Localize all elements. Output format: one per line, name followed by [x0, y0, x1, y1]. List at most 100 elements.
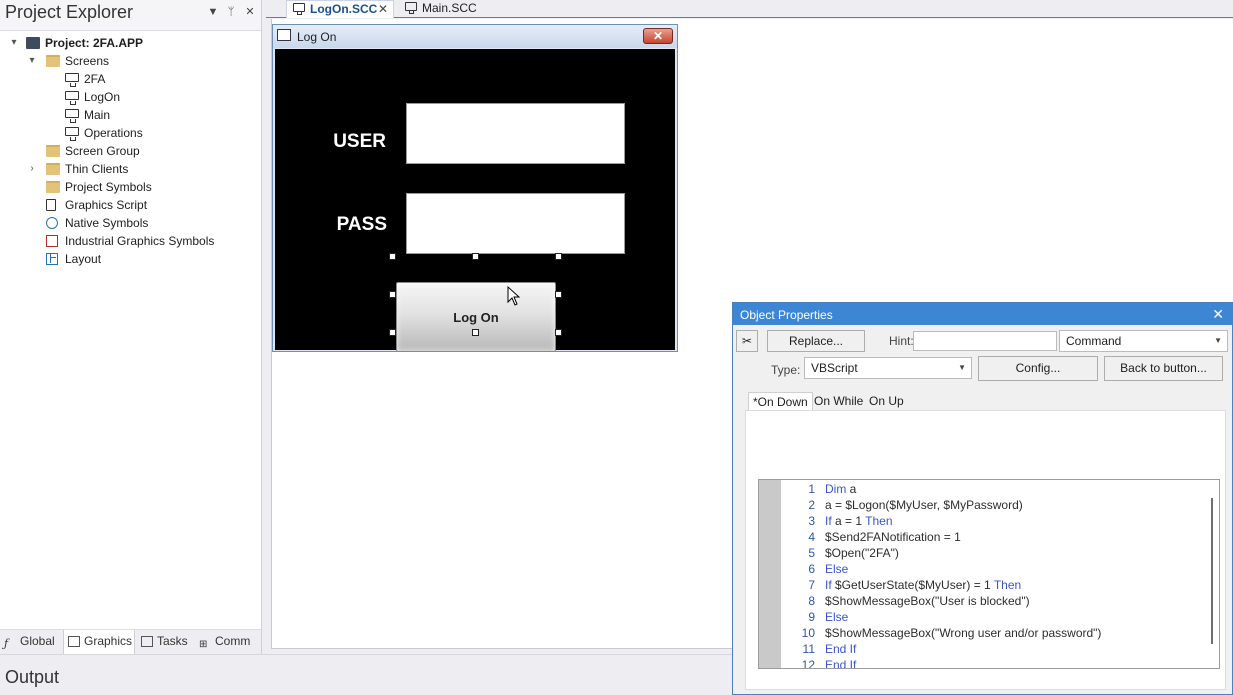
user-field[interactable]: [406, 103, 625, 164]
pin-tool-icon[interactable]: ✂: [736, 330, 758, 352]
code-text: Else: [825, 609, 848, 625]
code-keyword: Then: [993, 578, 1022, 592]
close-icon[interactable]: ✕: [643, 28, 673, 44]
script-tab-panel: 1 Dim a2a = $Logon($MyUser, $MyPassword) 3…: [745, 410, 1226, 690]
code-text: $Send2FANotification = 1: [825, 529, 961, 545]
action-select-value: Command: [1066, 334, 1122, 348]
tree-item-label: Layout: [65, 252, 102, 266]
chevron-down-icon: ▼: [1214, 336, 1222, 345]
logon-screen-window: Log On ✕ USER PASS Log On: [272, 24, 678, 352]
tree-item[interactable]: LogOn: [0, 88, 260, 106]
selection-handle[interactable]: [555, 329, 562, 336]
tree-item[interactable]: ▾ Project: 2FA.APP: [0, 34, 260, 52]
code-line: 2 a = $Logon($MyUser, $MyPassword): [781, 497, 1201, 513]
close-icon[interactable]: ✕: [243, 5, 257, 19]
tree-item[interactable]: 2FA: [0, 70, 260, 88]
tab-global[interactable]: ƒ Global: [0, 630, 62, 654]
screen-icon: [65, 109, 79, 123]
logon-screen-body[interactable]: USER PASS Log On: [275, 49, 675, 352]
tree-item-label: Thin Clients: [65, 162, 129, 176]
explorer-tab-strip: ƒ Global Graphics Tasks ⊞ Comm: [0, 630, 261, 654]
tree-item[interactable]: Layout: [0, 250, 260, 268]
config-button[interactable]: Config...: [978, 356, 1098, 381]
chevron-down-icon[interactable]: ▼: [206, 5, 220, 19]
line-number: 11: [802, 642, 815, 656]
screen-icon: [65, 91, 79, 105]
tab-tasks[interactable]: Tasks: [137, 630, 195, 654]
pin-icon[interactable]: ᛘ: [224, 5, 238, 19]
code-line: 3 If a = 1 Then: [781, 513, 1201, 529]
graphics-icon: [68, 636, 80, 647]
code-keyword: If: [825, 514, 832, 528]
code-text: If a = 1 Then: [825, 513, 893, 529]
project-explorer-title: Project Explorer: [5, 2, 134, 22]
tab-on-down[interactable]: *On Down: [748, 392, 813, 410]
tasks-icon: [141, 636, 153, 647]
line-number: 2: [808, 498, 815, 512]
selection-handle[interactable]: [389, 253, 396, 260]
line-number: 7: [808, 578, 815, 592]
tree-item[interactable]: Main: [0, 106, 260, 124]
replace-button[interactable]: Replace...: [767, 330, 865, 352]
logon-button[interactable]: Log On: [396, 282, 556, 352]
hint-input[interactable]: [913, 331, 1057, 351]
logon-window-titlebar[interactable]: Log On ✕: [273, 25, 677, 48]
line-number: 5: [808, 546, 815, 560]
line-number: 8: [808, 594, 815, 608]
code-fragment: a = 1: [831, 514, 866, 528]
tab-global-label: Global: [20, 634, 55, 648]
tree-item[interactable]: Native Symbols: [0, 214, 260, 232]
code-fragment: $Send2FANotification = 1: [825, 530, 961, 544]
line-number: 9: [808, 610, 815, 624]
hint-label: Hint:: [889, 334, 914, 348]
chevron-down-icon[interactable]: ▾: [26, 52, 38, 70]
selection-handle[interactable]: [389, 291, 396, 298]
tree-item[interactable]: › Thin Clients: [0, 160, 260, 178]
chevron-right-icon[interactable]: ›: [26, 160, 38, 178]
tree-item[interactable]: Screen Group: [0, 142, 260, 160]
vbscript-code-editor[interactable]: 1 Dim a2a = $Logon($MyUser, $MyPassword) 3…: [758, 479, 1220, 669]
tree-item[interactable]: Industrial Graphics Symbols: [0, 232, 260, 250]
tab-comm[interactable]: ⊞ Comm: [195, 630, 257, 654]
mouse-cursor-icon: [507, 286, 521, 306]
chevron-down-icon[interactable]: ▾: [8, 34, 20, 52]
project-tree: ▾ Project: 2FA.APP ▾ Screens 2FA LogOn Main Ope…: [0, 30, 261, 630]
password-field[interactable]: [406, 193, 625, 254]
code-keyword: Else: [825, 610, 849, 624]
object-properties-titlebar[interactable]: Object Properties ✕: [733, 303, 1232, 325]
action-select[interactable]: Command ▼: [1059, 330, 1228, 352]
code-line: 6 Else: [781, 561, 1201, 577]
tab-graphics-label: Graphics: [84, 634, 133, 648]
selection-handle[interactable]: [555, 291, 562, 298]
tab-graphics[interactable]: Graphics: [63, 630, 135, 654]
tree-item[interactable]: Graphics Script: [0, 196, 260, 214]
pass-label: PASS: [336, 214, 387, 235]
tree-item[interactable]: Operations: [0, 124, 260, 142]
code-line: 10 $ShowMessageBox("Wrong user and/or pas…: [781, 625, 1201, 641]
type-select[interactable]: VBScript ▼: [804, 357, 972, 379]
code-keyword: End If: [825, 642, 857, 656]
tree-item[interactable]: ▾ Screens: [0, 52, 260, 70]
back-to-button[interactable]: Back to button...: [1104, 356, 1223, 381]
project-explorer-header: Project Explorer ▼ ᛘ ✕: [0, 0, 262, 26]
code-fragment: $GetUserState($MyUser) = 1: [831, 578, 994, 592]
selection-handle[interactable]: [472, 253, 479, 260]
code-fragment: a = $Logon($MyUser, $MyPassword): [825, 498, 1023, 512]
tab-on-up[interactable]: On Up: [865, 392, 908, 410]
code-text: a = $Logon($MyUser, $MyPassword): [825, 497, 1023, 513]
selection-handle[interactable]: [389, 329, 396, 336]
selection-handle[interactable]: [472, 329, 479, 336]
selection-handle[interactable]: [555, 253, 562, 260]
code-line: 12 End If: [781, 657, 1201, 669]
code-scrollbar[interactable]: [1211, 498, 1213, 644]
tab-on-while[interactable]: On While: [810, 392, 867, 410]
code-text: Else: [825, 561, 848, 577]
close-icon[interactable]: ✕: [1212, 306, 1224, 323]
tab-logon-scc[interactable]: LogOn.SCC ✕: [286, 0, 394, 18]
tree-item[interactable]: Project Symbols: [0, 178, 260, 196]
line-number: 12: [801, 658, 815, 669]
screen-icon: [65, 73, 79, 87]
close-icon[interactable]: ✕: [378, 1, 388, 17]
screen-icon: [65, 127, 79, 141]
tab-main-scc[interactable]: Main.SCC: [399, 0, 483, 18]
